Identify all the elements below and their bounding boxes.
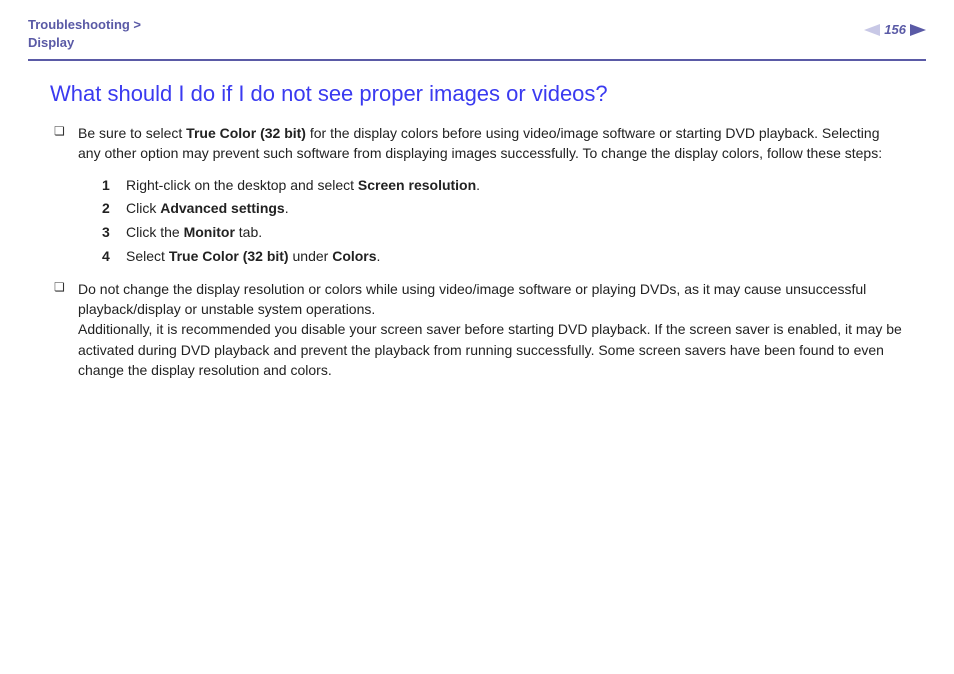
steps-list: 1 Right-click on the desktop and select … [78,174,904,269]
prev-page-icon[interactable] [864,24,880,36]
text-segment: tab. [235,224,262,240]
bullet-item-1: Be sure to select True Color (32 bit) fo… [54,123,904,269]
text-paragraph: Additionally, it is recommended you disa… [78,321,902,378]
page-navigator: 156 [864,22,926,37]
text-segment: Be sure to select [78,125,186,141]
bold-text: Screen resolution [358,177,476,193]
text-segment: . [285,200,289,216]
text-segment: Click the [126,224,184,240]
page-number: 156 [884,22,906,37]
step-4: 4 Select True Color (32 bit) under Color… [102,245,904,269]
text-paragraph: Do not change the display resolution or … [78,281,866,317]
text-segment: under [289,248,333,264]
step-1: 1 Right-click on the desktop and select … [102,174,904,198]
text-segment: Select [126,248,169,264]
text-segment: Right-click on the desktop and select [126,177,358,193]
bold-text: True Color (32 bit) [169,248,289,264]
breadcrumb-line2: Display [28,34,141,52]
page-header: Troubleshooting > Display 156 [28,12,926,59]
step-number: 1 [102,174,110,198]
text-segment: . [476,177,480,193]
bullet-item-2: Do not change the display resolution or … [54,279,904,380]
breadcrumb[interactable]: Troubleshooting > Display [28,16,141,51]
content-area: What should I do if I do not see proper … [28,61,926,380]
step-2: 2 Click Advanced settings. [102,197,904,221]
text-segment: . [377,248,381,264]
step-number: 4 [102,245,110,269]
bold-text: Colors [332,248,376,264]
step-3: 3 Click the Monitor tab. [102,221,904,245]
page-root: Troubleshooting > Display 156 What shoul… [0,0,954,380]
step-number: 2 [102,197,110,221]
breadcrumb-line1: Troubleshooting > [28,17,141,32]
step-number: 3 [102,221,110,245]
bold-text: Monitor [184,224,235,240]
text-segment: Click [126,200,160,216]
page-title: What should I do if I do not see proper … [50,81,904,107]
bold-text: True Color (32 bit) [186,125,306,141]
bold-text: Advanced settings [160,200,284,216]
next-page-icon[interactable] [910,24,926,36]
bullet-list: Be sure to select True Color (32 bit) fo… [50,123,904,380]
